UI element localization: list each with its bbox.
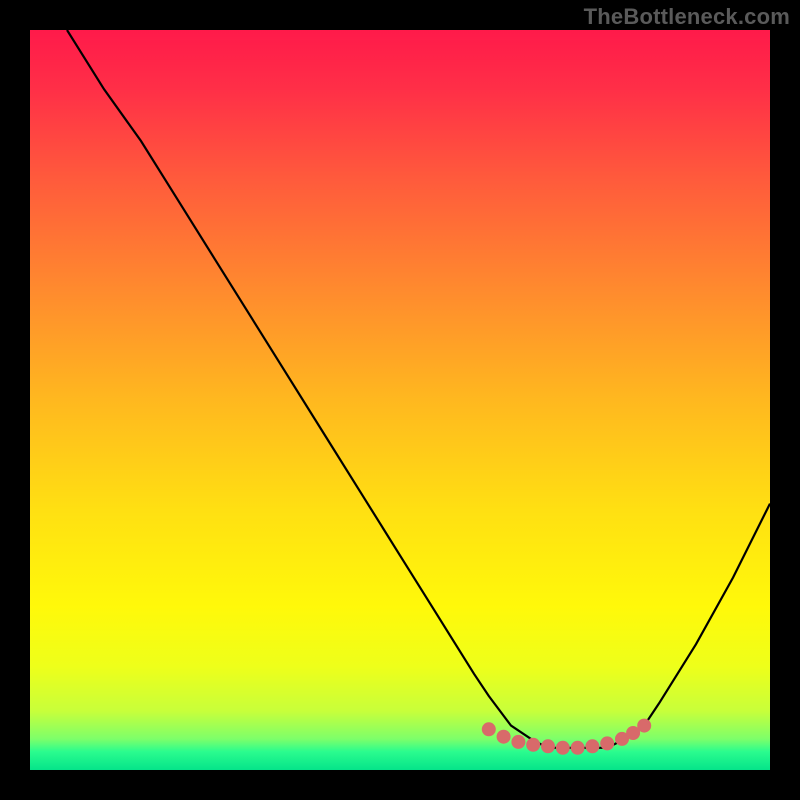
marker-dot xyxy=(482,722,496,736)
marker-dot xyxy=(526,738,540,752)
chart-frame: TheBottleneck.com xyxy=(0,0,800,800)
marker-dot xyxy=(497,730,511,744)
attribution-text: TheBottleneck.com xyxy=(584,4,790,30)
plot-area xyxy=(30,30,770,770)
marker-dot xyxy=(585,739,599,753)
marker-dot xyxy=(571,741,585,755)
bottleneck-curve xyxy=(67,30,770,748)
marker-dot xyxy=(541,739,555,753)
marker-dot xyxy=(556,741,570,755)
marker-dot xyxy=(511,735,525,749)
marker-dot xyxy=(600,736,614,750)
curve-layer xyxy=(30,30,770,770)
optimal-zone-dots xyxy=(482,719,651,755)
marker-dot xyxy=(637,719,651,733)
